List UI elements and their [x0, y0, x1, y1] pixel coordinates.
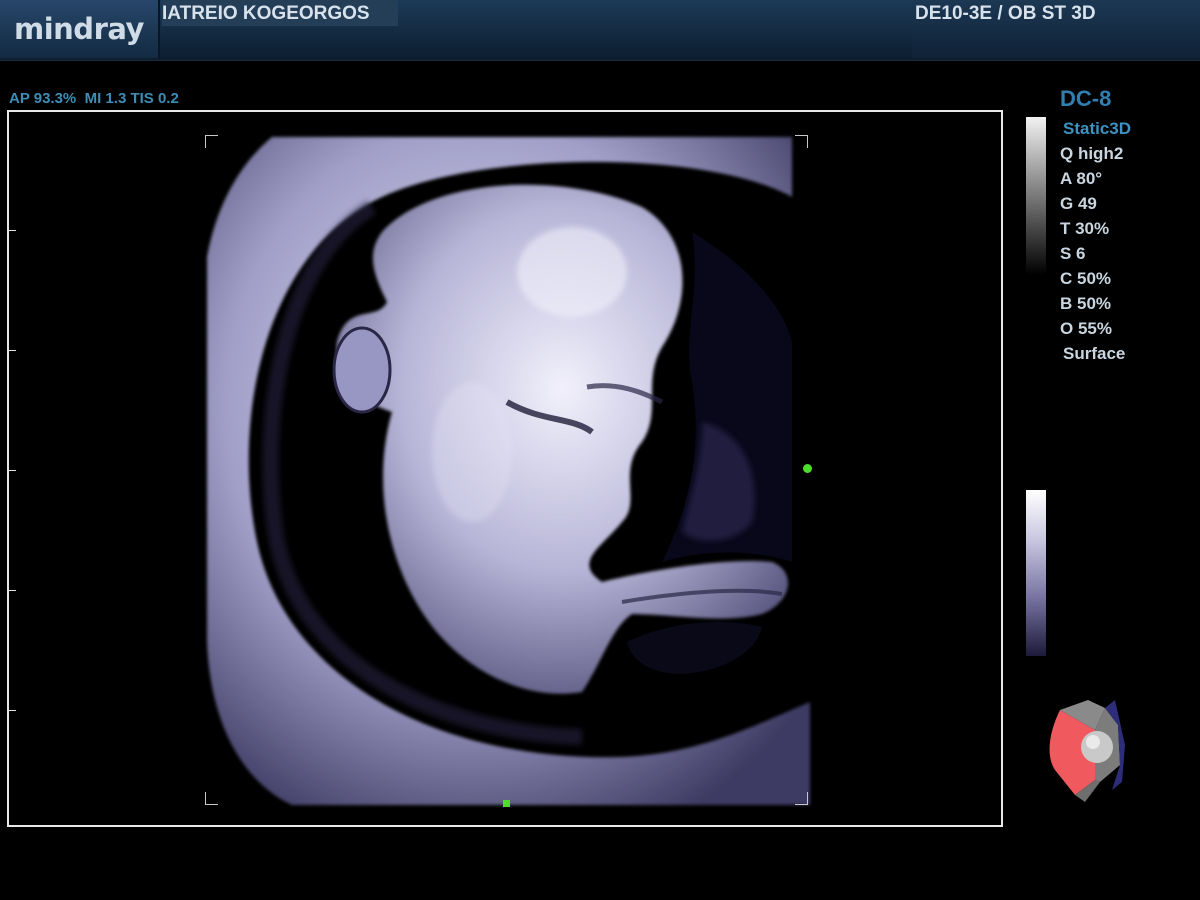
roi-corner-bottom-left: [205, 792, 218, 805]
roi-corner-top-right: [795, 135, 808, 148]
header-bar: mindray IATREIO KOGEORGOS DE10-3E / OB S…: [0, 0, 1200, 61]
probe-preset: DE10-3E / OB ST 3D: [915, 3, 1096, 24]
depth-tick: [7, 710, 16, 711]
param-contrast: C 50%: [1060, 269, 1112, 288]
hospital-name: IATREIO KOGEORGOS: [162, 3, 370, 24]
param-render-mode: Static3D: [1063, 119, 1132, 138]
orientation-cube-icon[interactable]: [1040, 690, 1130, 805]
param-brightness: B 50%: [1060, 294, 1112, 313]
acoustic-output-readout: AP 93.3% MI 1.3 TIS 0.2: [9, 90, 179, 107]
parameter-list: Static3D Q high2 A 80° G 49 T 30% S 6 C …: [1060, 116, 1131, 366]
imaging-parameters-panel: DC-8 Static3D Q high2 A 80° G 49 T 30% S…: [1060, 86, 1131, 366]
param-threshold: T 30%: [1060, 219, 1110, 238]
grayscale-bar: [1026, 117, 1046, 275]
depth-tick: [7, 350, 16, 351]
mode-label: DC-8: [1060, 86, 1112, 111]
fetal-surface-render: [207, 137, 810, 805]
volume-marker-icon[interactable]: [503, 800, 510, 807]
ultrasound-3d-viewport[interactable]: [7, 110, 1003, 827]
param-opacity: O 55%: [1060, 319, 1112, 338]
tint-color-bar: [1026, 490, 1046, 656]
depth-marker-icon[interactable]: [803, 464, 812, 473]
param-gain: G 49: [1060, 194, 1097, 213]
param-quality: Q high2: [1060, 144, 1124, 163]
roi-corner-bottom-right: [795, 792, 808, 805]
depth-tick: [7, 590, 16, 591]
param-smooth: S 6: [1060, 244, 1086, 263]
mindray-logo: mindray: [14, 12, 144, 46]
roi-corner-top-left: [205, 135, 218, 148]
depth-tick: [7, 470, 16, 471]
param-angle: A 80°: [1060, 169, 1103, 188]
logo-panel: mindray: [0, 0, 160, 58]
param-surface: Surface: [1063, 344, 1126, 363]
depth-tick: [7, 230, 16, 231]
